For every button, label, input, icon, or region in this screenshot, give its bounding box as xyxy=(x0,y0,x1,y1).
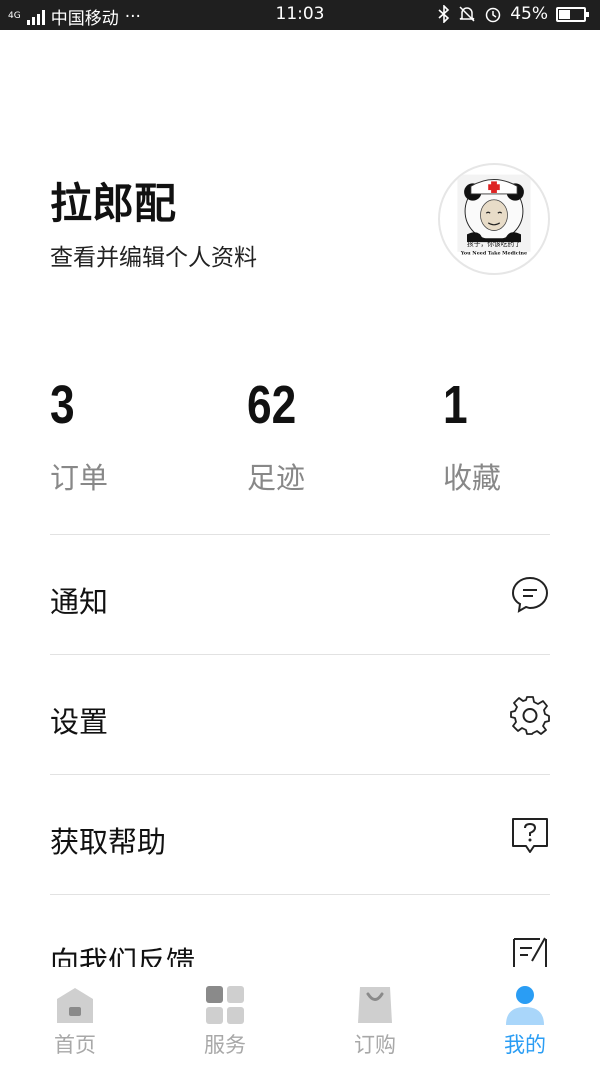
shopping-bag-icon xyxy=(358,987,392,1023)
stat-footprints[interactable]: 62 足迹 xyxy=(247,375,307,497)
nav-profile[interactable]: 我的 xyxy=(450,985,600,1059)
avatar-caption: 孩子，你该吃药了 xyxy=(467,239,521,248)
nav-shop[interactable]: 订购 xyxy=(300,985,450,1059)
stat-orders-value: 3 xyxy=(50,375,75,435)
nav-shop-label: 订购 xyxy=(354,1033,396,1057)
nav-profile-label: 我的 xyxy=(504,1033,546,1057)
home-icon xyxy=(57,988,93,1023)
help-question-icon xyxy=(512,818,548,853)
stat-favorites-label: 收藏 xyxy=(443,461,502,495)
chat-bubble-icon xyxy=(511,576,549,613)
avatar-caption-en: You Need Take Medicine xyxy=(460,251,527,257)
mute-bell-icon xyxy=(459,6,475,22)
battery-icon xyxy=(556,6,589,22)
stat-orders[interactable]: 3 订单 xyxy=(50,375,108,497)
stat-favorites[interactable]: 1 收藏 xyxy=(443,375,501,497)
menu-item-label: 获取帮助 xyxy=(50,825,167,859)
stat-favorites-value: 1 xyxy=(443,375,468,435)
menu-item-label: 通知 xyxy=(50,585,109,619)
menu-item-notifications[interactable]: 通知 xyxy=(50,535,550,654)
grid-icon xyxy=(206,986,244,1024)
menu-item-help[interactable]: 获取帮助 xyxy=(50,775,550,894)
battery-percent: 45% xyxy=(510,4,548,24)
nav-home-label: 首页 xyxy=(54,1033,96,1057)
menu-item-settings[interactable]: 设置 xyxy=(50,655,550,774)
status-bar: 4G 中国移动 ··· 11:03 45% xyxy=(0,0,600,30)
menu-item-label: 设置 xyxy=(50,705,109,739)
status-right: 45% xyxy=(438,4,589,24)
bluetooth-icon xyxy=(438,5,450,23)
stat-footprints-value: 62 xyxy=(247,375,297,435)
nav-services[interactable]: 服务 xyxy=(150,985,300,1059)
gear-icon xyxy=(510,696,550,735)
nav-services-label: 服务 xyxy=(204,1033,246,1057)
stat-footprints-label: 足迹 xyxy=(247,461,306,495)
stat-orders-label: 订单 xyxy=(50,461,109,495)
avatar[interactable]: 孩子，你该吃药了 You Need Take Medicine xyxy=(438,163,550,275)
feedback-edit-icon xyxy=(513,937,547,967)
nav-home[interactable]: 首页 xyxy=(0,985,150,1059)
edit-profile-link[interactable]: 查看并编辑个人资料 xyxy=(50,238,257,272)
bottom-nav: 首页 服务 订购 我的 xyxy=(0,967,600,1067)
menu-item-feedback[interactable]: 向我们反馈 xyxy=(50,895,550,967)
avatar-image: 孩子，你该吃药了 You Need Take Medicine xyxy=(457,174,531,257)
profile-name[interactable]: 拉郎配 xyxy=(50,170,176,231)
person-icon xyxy=(506,986,544,1025)
alarm-icon xyxy=(485,7,501,23)
menu-item-label: 向我们反馈 xyxy=(50,945,196,967)
